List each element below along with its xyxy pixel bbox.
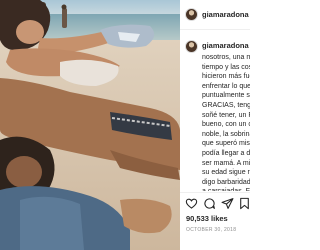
heart-icon[interactable] xyxy=(185,197,198,210)
caption-line: bueno, con un c xyxy=(202,121,250,129)
header-username[interactable]: giamaradona xyxy=(202,10,249,19)
post-side-panel: giamaradona giamaradona nosotros, una m t… xyxy=(180,0,250,250)
caption-avatar[interactable] xyxy=(185,40,198,53)
post-photo[interactable] xyxy=(0,0,180,250)
caption-line: hicieron más fue xyxy=(202,73,250,81)
caption-line: podía llegar a d xyxy=(202,149,250,157)
caption-line: enfrentar lo que xyxy=(202,82,250,90)
caption-line: a carcajadas. Fue xyxy=(202,187,250,191)
caption-line: tiempo y las cos xyxy=(202,63,250,71)
caption-line: que superó mis xyxy=(202,140,250,148)
caption-section: giamaradona nosotros, una m tiempo y las … xyxy=(180,31,250,191)
action-bar xyxy=(180,192,250,212)
caption-line: ser mamá. A mi xyxy=(202,159,250,167)
caption-line: soñé tener, un P xyxy=(202,111,250,119)
caption-line: su edad sigue ri xyxy=(202,169,250,177)
share-icon[interactable] xyxy=(221,197,234,210)
caption-line: digo barbaridad xyxy=(202,178,250,186)
caption-line: noble, la sobrina xyxy=(202,130,250,138)
comment-icon[interactable] xyxy=(203,197,216,210)
likes-count[interactable]: 90,533 likes xyxy=(186,214,228,223)
caption-text: nosotros, una m tiempo y las cos hicieron … xyxy=(202,53,250,191)
caption-username[interactable]: giamaradona xyxy=(202,41,249,50)
post-date[interactable]: OCTOBER 30, 2018 xyxy=(186,227,236,233)
avatar[interactable] xyxy=(185,8,198,21)
beach-family-photo xyxy=(0,0,180,250)
caption-line: puntualmente s xyxy=(202,92,250,100)
post-header: giamaradona xyxy=(180,0,250,30)
bookmark-icon[interactable] xyxy=(238,197,249,210)
caption-line: nosotros, una m xyxy=(202,54,250,61)
caption-line: GRACIAS, tengo xyxy=(202,101,250,109)
